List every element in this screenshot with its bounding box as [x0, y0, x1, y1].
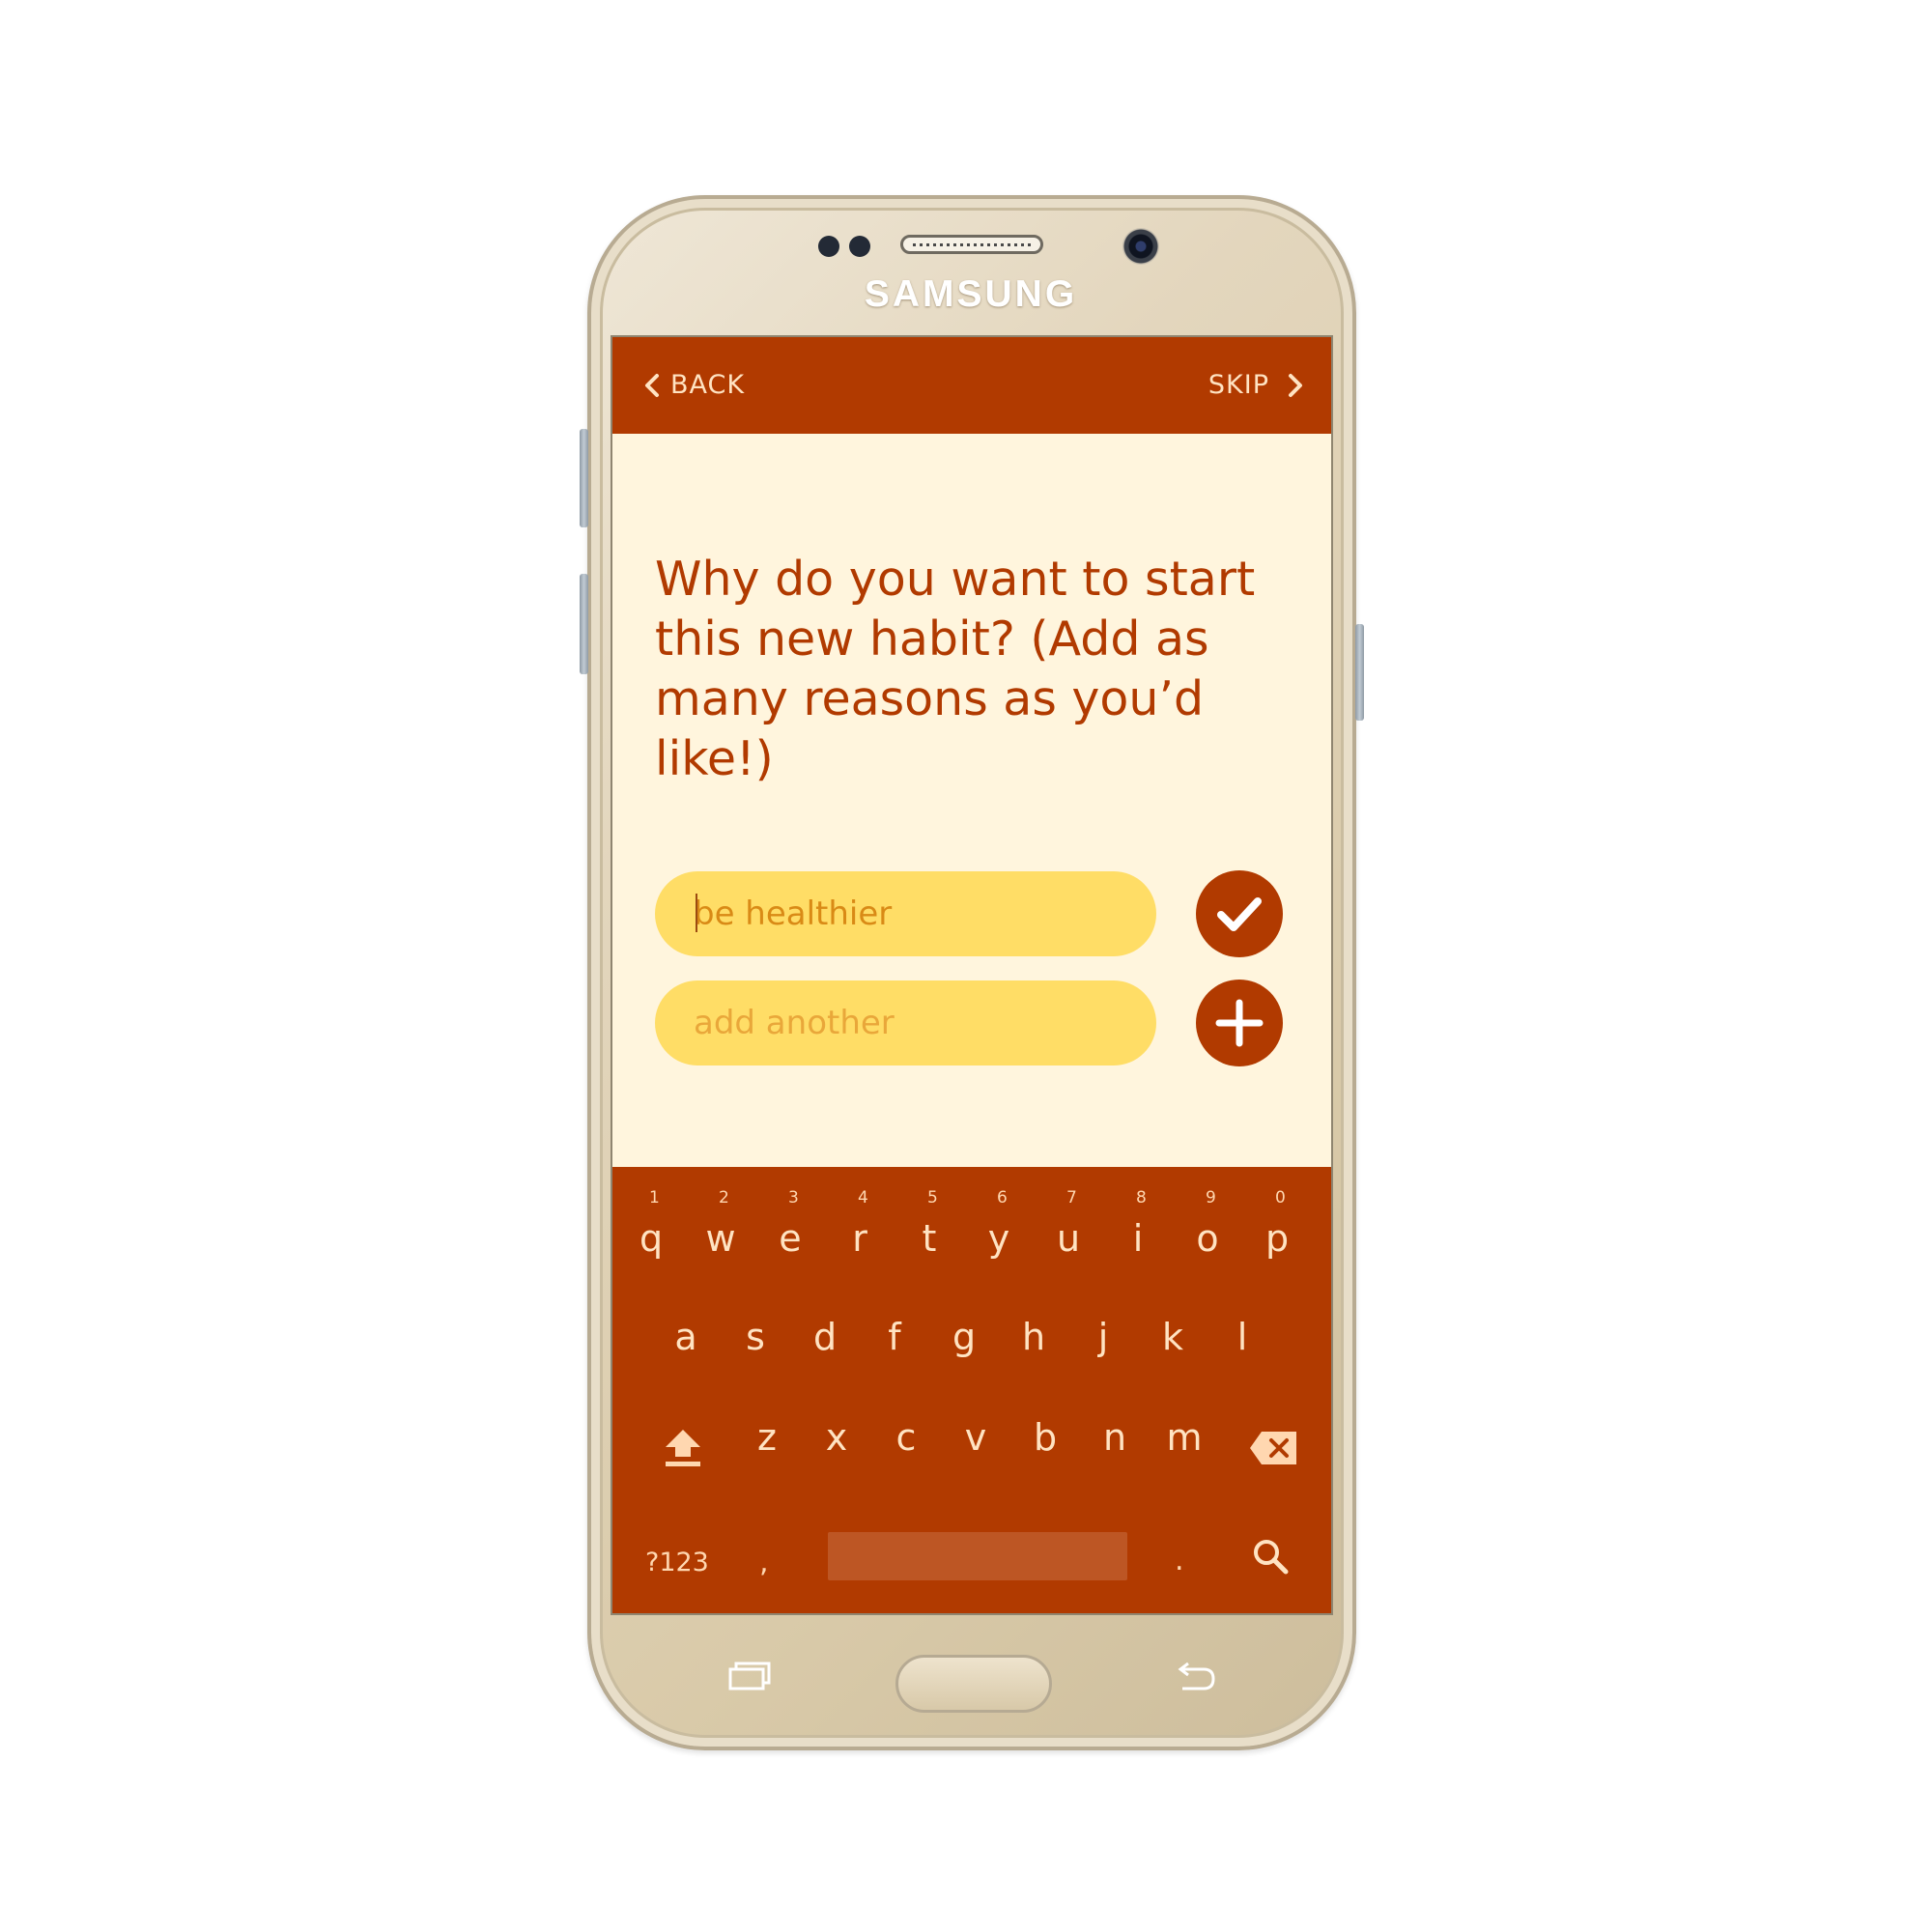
key-hint: 5	[927, 1188, 938, 1208]
key-z[interactable]: z	[738, 1416, 796, 1459]
key-c[interactable]: c	[877, 1416, 935, 1459]
search-key[interactable]	[1246, 1532, 1294, 1580]
key-j[interactable]: j	[1074, 1316, 1132, 1358]
plus-icon	[1215, 999, 1264, 1047]
key-l[interactable]: l	[1213, 1316, 1271, 1358]
key-v[interactable]: v	[947, 1416, 1005, 1459]
key-hint: 0	[1275, 1188, 1286, 1208]
key-q[interactable]: 1q	[622, 1188, 680, 1260]
confirm-reason-button[interactable]	[1196, 870, 1283, 957]
soft-keyboard: 1q 2w 3e 4r 5t 6y 7u 8i 9o 0p a s d f g …	[612, 1167, 1331, 1613]
key-hint: 6	[997, 1188, 1008, 1208]
key-d[interactable]: d	[796, 1316, 854, 1358]
key-p[interactable]: 0p	[1248, 1188, 1306, 1260]
key-a[interactable]: a	[657, 1316, 715, 1358]
key-w[interactable]: 2w	[692, 1188, 750, 1260]
key-label: u	[1056, 1217, 1081, 1260]
text-cursor	[696, 894, 697, 932]
key-label: t	[922, 1217, 937, 1260]
key-label: o	[1196, 1217, 1219, 1260]
key-o[interactable]: 9o	[1179, 1188, 1236, 1260]
shift-key[interactable]	[659, 1424, 707, 1472]
key-hint: 8	[1136, 1188, 1147, 1208]
checkmark-icon	[1217, 897, 1262, 931]
search-icon	[1254, 1540, 1289, 1575]
add-reason-button[interactable]	[1196, 980, 1283, 1066]
home-button[interactable]	[895, 1655, 1052, 1713]
front-camera	[1122, 228, 1159, 265]
key-m[interactable]: m	[1155, 1416, 1213, 1459]
back-label: BACK	[670, 370, 746, 400]
key-t[interactable]: 5t	[900, 1188, 958, 1260]
backspace-key[interactable]	[1246, 1424, 1300, 1472]
shift-icon	[666, 1430, 700, 1466]
skip-button[interactable]: SKIP	[1208, 370, 1304, 400]
power-button	[1355, 624, 1364, 721]
key-s[interactable]: s	[726, 1316, 784, 1358]
volume-up-button	[580, 429, 588, 527]
key-y[interactable]: 6y	[970, 1188, 1028, 1260]
chevron-right-icon	[1289, 373, 1302, 397]
question-heading: Why do you want to start this new habit?…	[655, 552, 1256, 786]
key-e[interactable]: 3e	[761, 1188, 819, 1260]
key-f[interactable]: f	[866, 1316, 923, 1358]
key-label: r	[852, 1217, 867, 1260]
key-h[interactable]: h	[1005, 1316, 1063, 1358]
proximity-sensor	[818, 236, 839, 257]
brand-logo: SAMSUNG	[864, 273, 1078, 315]
key-hint: 1	[649, 1188, 660, 1208]
key-r[interactable]: 4r	[831, 1188, 889, 1260]
key-label: y	[987, 1217, 1010, 1260]
earpiece-speaker	[900, 235, 1043, 254]
key-hint: 4	[858, 1188, 868, 1208]
key-u[interactable]: 7u	[1039, 1188, 1097, 1260]
volume-down-button	[580, 574, 588, 674]
stage: SAMSUNG BACK SKIP Why do you want to sta…	[0, 0, 1932, 1932]
skip-label: SKIP	[1208, 370, 1269, 400]
key-b[interactable]: b	[1016, 1416, 1074, 1459]
key-k[interactable]: k	[1144, 1316, 1202, 1358]
top-nav-bar: BACK SKIP	[612, 337, 1331, 434]
key-x[interactable]: x	[808, 1416, 866, 1459]
reason-input-first[interactable]	[655, 871, 1156, 956]
key-hint: 3	[788, 1188, 799, 1208]
key-label: e	[779, 1217, 802, 1260]
key-label: i	[1132, 1217, 1144, 1260]
recent-apps-icon	[728, 1662, 771, 1690]
symbols-key[interactable]: ?123	[645, 1548, 709, 1577]
key-label: p	[1264, 1217, 1290, 1260]
key-label: q	[639, 1217, 664, 1260]
phone-screen: BACK SKIP Why do you want to start this …	[611, 335, 1333, 1615]
key-label: w	[705, 1217, 736, 1260]
back-button[interactable]: BACK	[643, 370, 745, 400]
recent-apps-button[interactable]	[726, 1660, 773, 1696]
period-key[interactable]: .	[1175, 1544, 1184, 1577]
comma-key[interactable]: ,	[759, 1546, 769, 1579]
return-arrow-icon	[1178, 1662, 1215, 1690]
space-bar[interactable]	[828, 1532, 1127, 1580]
key-i[interactable]: 8i	[1109, 1188, 1167, 1260]
backspace-icon	[1250, 1432, 1296, 1464]
light-sensor	[849, 236, 870, 257]
key-hint: 7	[1066, 1188, 1077, 1208]
system-back-button[interactable]	[1169, 1662, 1217, 1698]
key-n[interactable]: n	[1086, 1416, 1144, 1459]
key-hint: 9	[1206, 1188, 1216, 1208]
key-hint: 2	[719, 1188, 729, 1208]
chevron-left-icon	[645, 373, 659, 397]
add-another-input[interactable]	[655, 980, 1156, 1065]
key-g[interactable]: g	[935, 1316, 993, 1358]
